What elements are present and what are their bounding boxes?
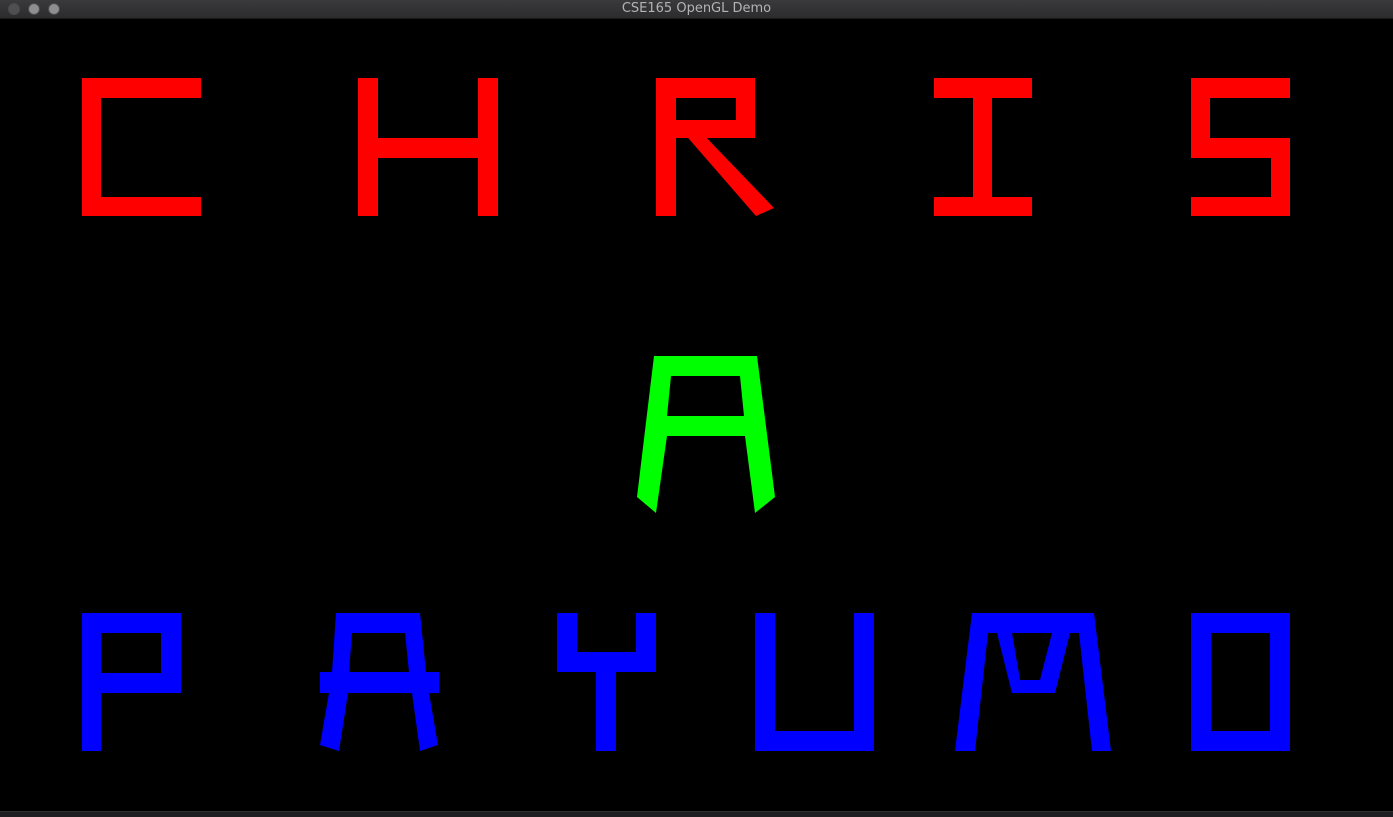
first-name-letter-r-2 bbox=[656, 78, 774, 216]
window-bottom-edge bbox=[0, 811, 1393, 817]
last-name-text bbox=[82, 613, 1290, 751]
middle-initial-letter-a-0 bbox=[637, 356, 775, 513]
first-name-letter-i-3 bbox=[934, 78, 1032, 216]
last-name-letter-u-3 bbox=[755, 613, 874, 751]
title-bar[interactable]: CSE165 OpenGL Demo bbox=[0, 0, 1393, 19]
first-name-letter-c-0 bbox=[82, 78, 201, 216]
opengl-canvas[interactable] bbox=[0, 19, 1393, 811]
window-title: CSE165 OpenGL Demo bbox=[621, 1, 772, 16]
app-window: CSE165 OpenGL Demo bbox=[0, 0, 1393, 817]
last-name-letter-m-4 bbox=[955, 613, 1111, 751]
scene-svg bbox=[82, 78, 1290, 751]
last-name-letter-a-1 bbox=[320, 613, 439, 751]
first-name-text bbox=[82, 78, 1290, 216]
first-name-letter-h-1 bbox=[358, 78, 498, 216]
last-name-letter-p-0 bbox=[82, 613, 181, 751]
middle-initial-text bbox=[637, 356, 775, 513]
last-name-letter-o-5 bbox=[1191, 613, 1290, 751]
last-name-letter-y-2 bbox=[557, 613, 656, 751]
first-name-letter-s-4 bbox=[1191, 78, 1290, 216]
